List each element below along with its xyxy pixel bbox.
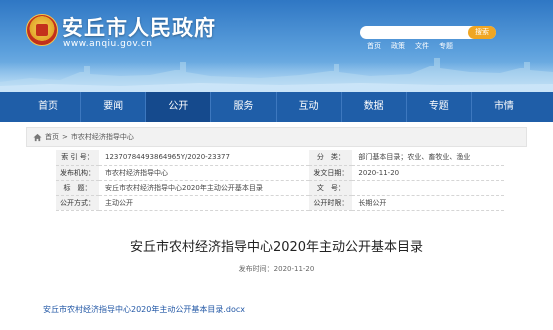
attachment-link[interactable]: 安丘市农村经济指导中心2020年主动公开基本目录.docx	[43, 304, 245, 315]
table-row: 公开方式： 主动公开 公开时限： 长期公开	[56, 195, 504, 211]
search-link-home[interactable]: 首页	[367, 41, 381, 51]
header-haze	[0, 62, 553, 92]
search-link-policy[interactable]: 政策	[391, 41, 405, 51]
breadcrumb-separator: >	[62, 133, 68, 141]
docno-label: 文 号：	[309, 180, 353, 196]
search-link-topic[interactable]: 专题	[439, 41, 453, 51]
site-url: www.anqiu.gov.cn	[63, 39, 153, 49]
site-header: 安丘市人民政府 www.anqiu.gov.cn 搜索 首页 政策 文件 专题	[0, 0, 553, 92]
article-title: 安丘市农村经济指导中心2020年主动公开基本目录	[129, 240, 424, 255]
nav-item-open[interactable]: 公开	[146, 92, 211, 122]
period-value: 长期公开	[352, 195, 504, 211]
date-value: 2020-11-20	[352, 165, 504, 181]
docno-value	[352, 180, 504, 196]
main-nav: 首页 要闻 公开 服务 互动 数据 专题 市情	[0, 92, 553, 122]
nav-item-news[interactable]: 要闻	[81, 92, 145, 122]
mode-label: 公开方式：	[56, 195, 99, 211]
breadcrumb-home[interactable]: 首页	[45, 132, 59, 142]
table-row: 索 引 号： 12370784493864965Y/2020-23377 分 类…	[56, 150, 504, 166]
national-emblem-icon	[26, 14, 58, 46]
index-label: 索 引 号：	[56, 150, 99, 166]
nav-item-service[interactable]: 服务	[211, 92, 275, 122]
title-value: 安丘市农村经济指导中心2020年主动公开基本目录	[99, 180, 310, 196]
table-row: 标 题： 安丘市农村经济指导中心2020年主动公开基本目录 文 号：	[56, 180, 504, 196]
info-metadata-table: 索 引 号： 12370784493864965Y/2020-23377 分 类…	[56, 150, 504, 211]
nav-item-topic[interactable]: 专题	[407, 92, 471, 122]
nav-item-city[interactable]: 市情	[472, 92, 536, 122]
publish-date: 发布时间：2020-11-20	[0, 264, 553, 274]
table-row: 发布机构： 市农村经济指导中心 发文日期： 2020-11-20	[56, 165, 504, 181]
mode-value: 主动公开	[99, 195, 310, 211]
publish-date-label: 发布时间：	[238, 265, 274, 273]
publisher-value: 市农村经济指导中心	[99, 165, 310, 181]
search-button[interactable]: 搜索	[468, 26, 496, 39]
site-title[interactable]: 安丘市人民政府	[62, 12, 216, 42]
breadcrumb-current[interactable]: 市农村经济指导中心	[71, 132, 134, 142]
breadcrumb: 首页 > 市农村经济指导中心	[26, 127, 527, 147]
period-label: 公开时限：	[309, 195, 353, 211]
publisher-label: 发布机构：	[56, 165, 99, 181]
home-icon	[33, 133, 42, 141]
publish-date-value: 2020-11-20	[273, 265, 315, 273]
category-value: 部门基本目录；农业、畜牧业、渔业	[352, 150, 504, 166]
nav-item-data[interactable]: 数据	[342, 92, 406, 122]
search-quick-links: 首页 政策 文件 专题	[367, 41, 453, 51]
date-label: 发文日期：	[309, 165, 353, 181]
nav-item-interact[interactable]: 互动	[277, 92, 341, 122]
category-label: 分 类：	[309, 150, 353, 166]
title-label: 标 题：	[56, 180, 99, 196]
index-value: 12370784493864965Y/2020-23377	[99, 150, 310, 166]
nav-item-home[interactable]: 首页	[16, 92, 80, 122]
search-link-file[interactable]: 文件	[415, 41, 429, 51]
